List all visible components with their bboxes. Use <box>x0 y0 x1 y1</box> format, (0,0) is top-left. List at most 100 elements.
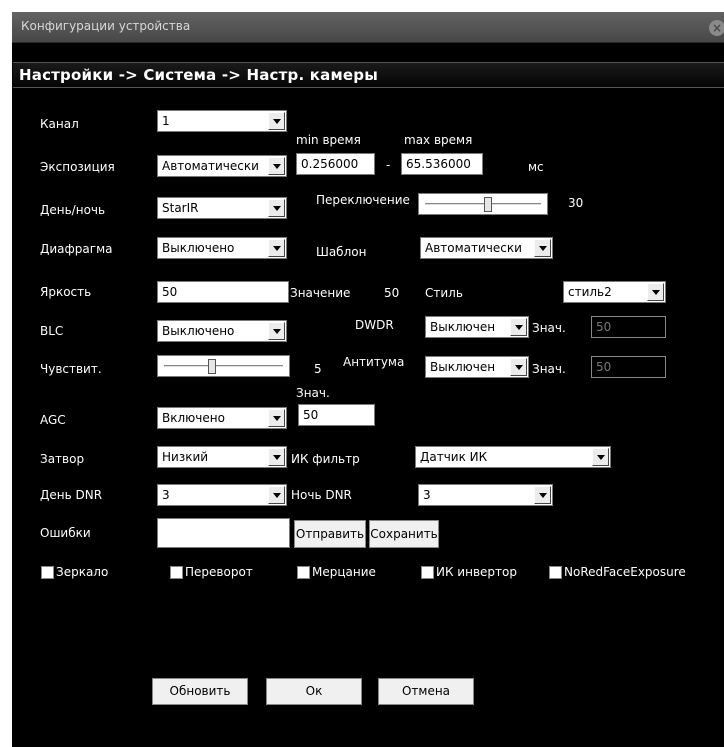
channel-select[interactable]: 1 <box>157 110 287 132</box>
chevron-down-icon[interactable] <box>268 239 285 257</box>
checkbox-box[interactable] <box>41 565 54 579</box>
chevron-down-icon[interactable] <box>268 486 285 504</box>
iris-select[interactable]: Выключено <box>157 237 287 259</box>
slider-thumb[interactable] <box>208 359 216 374</box>
shutter-label: Затвор <box>40 452 85 466</box>
flicker-checkbox[interactable]: Мерцание <box>297 565 376 579</box>
blc-label: BLC <box>40 324 64 338</box>
dwdr-value-input[interactable]: 50 <box>591 316 666 338</box>
night-dnr-select[interactable]: 3 <box>418 484 553 506</box>
device-config-window: Конфигурации устройства × Настройки -> С… <box>12 12 724 747</box>
ir-filter-value: Датчик ИК <box>420 450 488 464</box>
send-button[interactable]: Отправить <box>294 520 366 548</box>
agc-value: Включено <box>162 411 225 425</box>
brightness-label: Яркость <box>40 285 92 299</box>
channel-value: 1 <box>162 114 170 128</box>
day-night-value: StarIR <box>162 201 199 215</box>
switch-value: 30 <box>568 196 584 210</box>
switch-label: Переключение <box>316 193 410 207</box>
checkbox-box[interactable] <box>421 565 434 579</box>
flip-label: Переворот <box>185 565 253 579</box>
noredface-checkbox[interactable]: NoRedFaceExposure <box>549 565 686 579</box>
slider-thumb[interactable] <box>484 197 492 212</box>
antitum-value: Выключен <box>430 360 496 374</box>
chevron-down-icon[interactable] <box>268 409 285 427</box>
chevron-down-icon[interactable] <box>510 318 527 336</box>
chevron-down-icon[interactable] <box>268 199 285 217</box>
exposure-value: Автоматически <box>162 159 259 173</box>
ir-filter-select[interactable]: Датчик ИК <box>415 446 611 468</box>
chevron-down-icon[interactable] <box>268 322 285 340</box>
chevron-down-icon[interactable] <box>534 486 551 504</box>
chevron-down-icon[interactable] <box>268 157 285 175</box>
dwdr-select[interactable]: Выключен <box>425 316 529 338</box>
value-label: Значение <box>290 286 351 300</box>
max-time-input[interactable]: 65.536000 <box>401 153 483 175</box>
exposure-label: Экспозиция <box>40 160 115 174</box>
blc-select[interactable]: Выключено <box>157 320 287 342</box>
ok-button[interactable]: Ок <box>266 678 362 705</box>
checkbox-box[interactable] <box>297 565 310 579</box>
min-time-label: min время <box>296 133 361 147</box>
channel-label: Канал <box>40 117 79 131</box>
ir-invert-label: ИК инвертор <box>436 565 517 579</box>
switch-slider[interactable] <box>418 193 548 215</box>
sensitivity-slider[interactable] <box>157 355 290 377</box>
night-dnr-value: 3 <box>423 488 431 502</box>
mirror-checkbox[interactable]: Зеркало <box>41 565 108 579</box>
checkbox-box[interactable] <box>170 565 183 579</box>
chevron-down-icon[interactable] <box>510 358 527 376</box>
agc-select[interactable]: Включено <box>157 407 287 429</box>
style-label: Стиль <box>425 286 463 300</box>
blc-value: Выключено <box>162 324 235 338</box>
chevron-down-icon[interactable] <box>268 112 285 130</box>
template-value: Автоматически <box>425 241 522 255</box>
value-number: 50 <box>384 286 400 300</box>
chevron-down-icon[interactable] <box>647 283 664 301</box>
sensitivity-label: Чувствит. <box>40 362 102 376</box>
min-time-input[interactable]: 0.256000 <box>296 153 375 175</box>
template-select[interactable]: Автоматически <box>420 237 553 259</box>
agc-value-input[interactable]: 50 <box>298 404 375 426</box>
dwdr-value: Выключен <box>430 320 496 334</box>
shutter-select[interactable]: Низкий <box>157 446 287 468</box>
exposure-select[interactable]: Автоматически <box>157 155 287 177</box>
save-button[interactable]: Сохранить <box>369 520 439 548</box>
max-time-label: max время <box>404 133 473 147</box>
chevron-down-icon[interactable] <box>592 448 609 466</box>
close-icon[interactable]: × <box>709 20 724 36</box>
flicker-label: Мерцание <box>312 565 376 579</box>
style-select[interactable]: стиль2 <box>563 281 666 303</box>
refresh-button[interactable]: Обновить <box>152 678 248 705</box>
dwdr-label: DWDR <box>355 318 394 332</box>
style-value: стиль2 <box>568 285 612 299</box>
night-dnr-label: Ночь DNR <box>291 488 352 502</box>
antitum-select[interactable]: Выключен <box>425 356 529 378</box>
slider-track <box>425 203 541 205</box>
slider-track <box>164 365 283 367</box>
ms-unit-label: мс <box>528 160 544 174</box>
errors-input[interactable] <box>157 518 290 548</box>
checkbox-box[interactable] <box>549 565 562 579</box>
chevron-down-icon[interactable] <box>268 448 285 466</box>
cancel-button[interactable]: Отмена <box>378 678 474 705</box>
day-dnr-select[interactable]: 3 <box>157 484 287 506</box>
ir-filter-label: ИК фильтр <box>291 452 360 466</box>
noredface-label: NoRedFaceExposure <box>564 565 686 579</box>
agc-znach-label: Знач. <box>296 386 330 400</box>
antitum-value-input[interactable]: 50 <box>591 356 666 378</box>
template-label: Шаблон <box>316 245 367 259</box>
chevron-down-icon[interactable] <box>534 239 551 257</box>
ir-invert-checkbox[interactable]: ИК инвертор <box>421 565 517 579</box>
window-title: Конфигурации устройства <box>21 19 191 33</box>
breadcrumb: Настройки -> Система -> Настр. камеры <box>13 62 724 88</box>
flip-checkbox[interactable]: Переворот <box>170 565 253 579</box>
day-night-label: День/ночь <box>40 203 106 217</box>
day-night-select[interactable]: StarIR <box>157 197 287 219</box>
title-bar[interactable]: Конфигурации устройства × <box>12 12 724 43</box>
iris-value: Выключено <box>162 241 235 255</box>
brightness-input[interactable]: 50 <box>157 281 289 303</box>
antitum-znach-label: Знач. <box>532 362 566 376</box>
day-dnr-label: День DNR <box>40 488 103 502</box>
errors-label: Ошибки <box>40 526 91 540</box>
